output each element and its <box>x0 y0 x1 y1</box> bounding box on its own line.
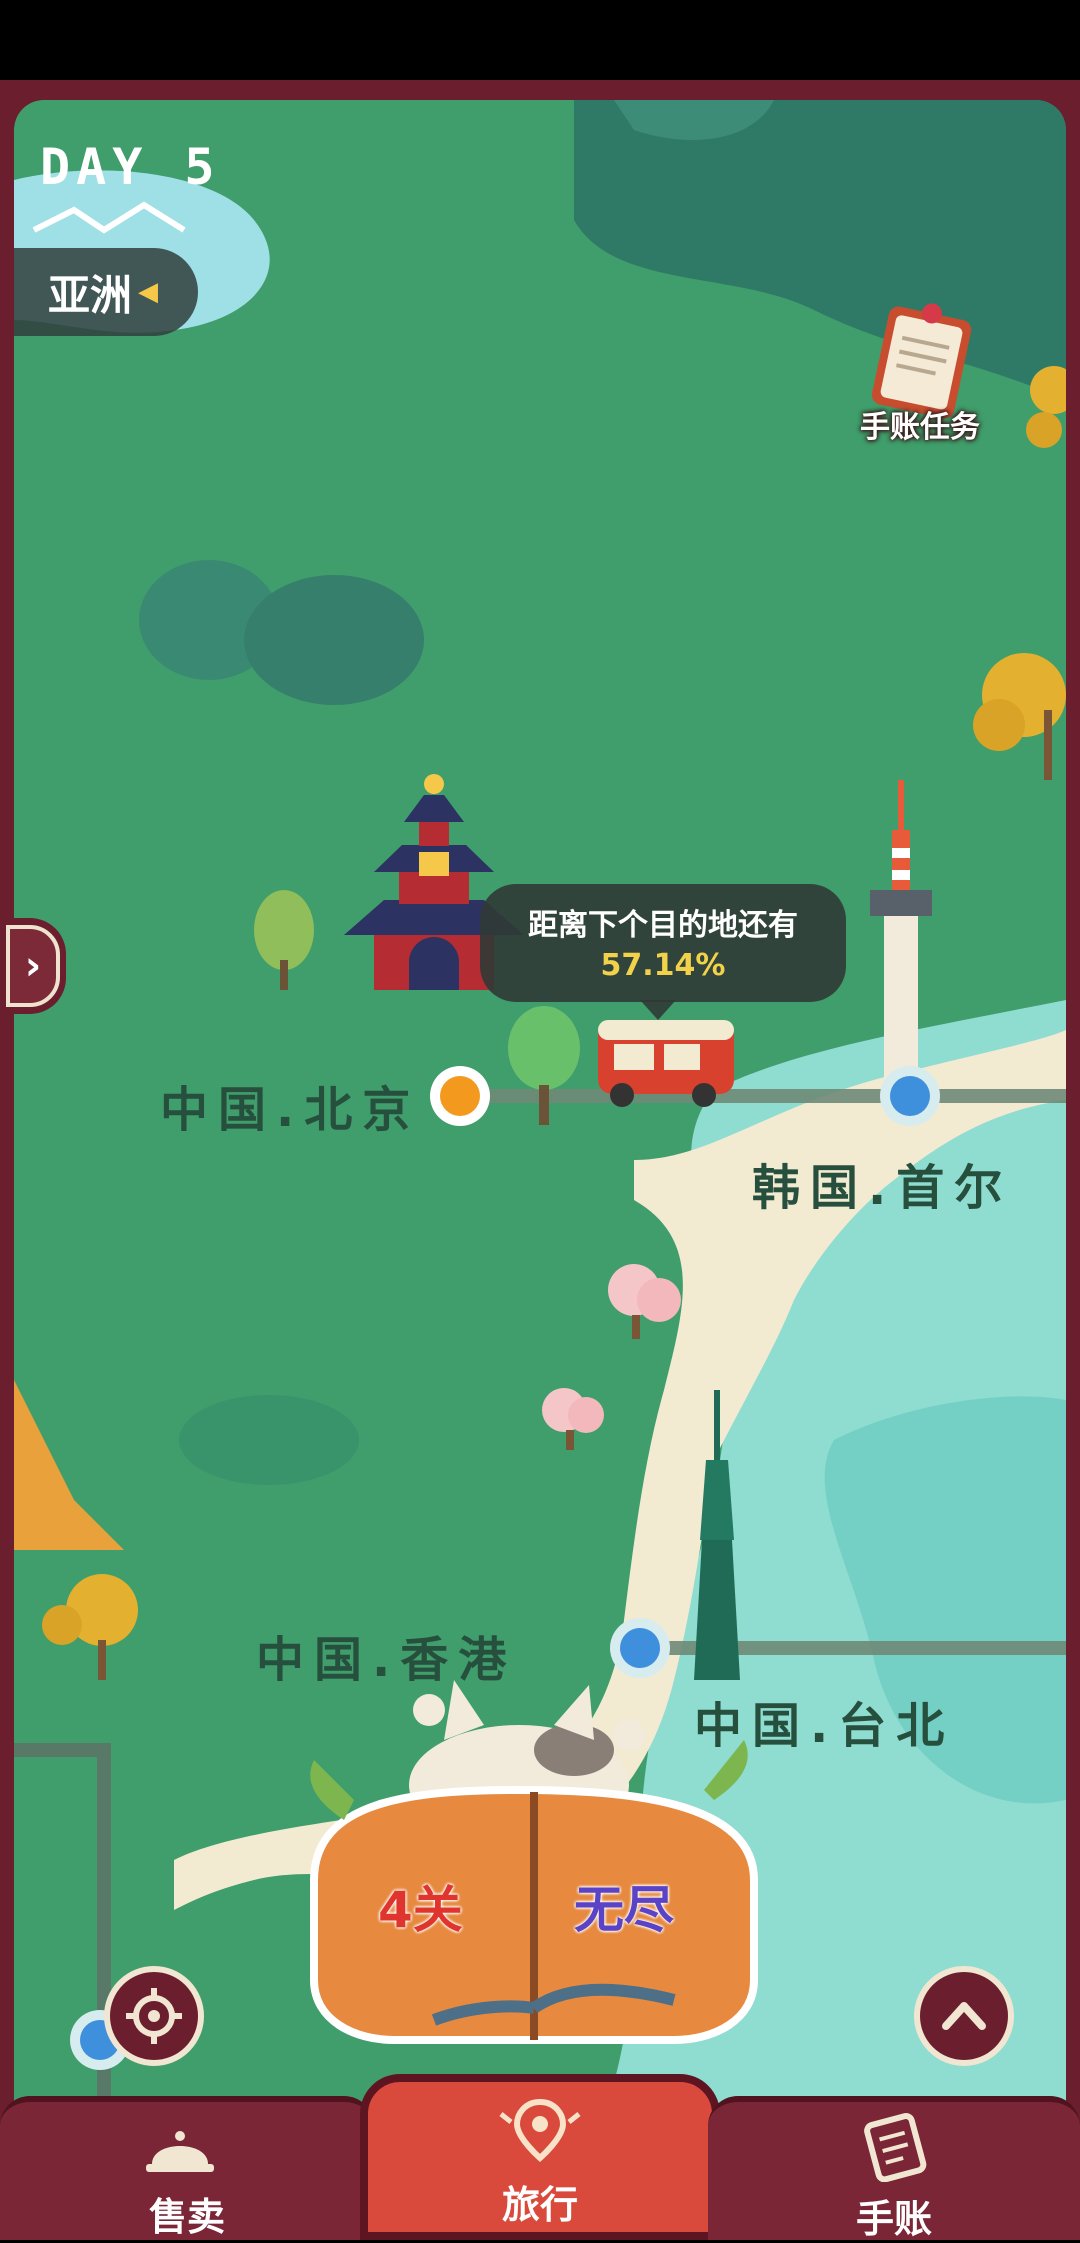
progress-value: 57.14% <box>600 948 726 983</box>
levels-mode-button[interactable]: 4关 <box>378 1870 463 1942</box>
tab-sell[interactable]: 售卖 <box>0 2096 374 2240</box>
collapse-up-button[interactable] <box>914 1966 1014 2066</box>
region-label: 亚洲 <box>48 270 133 320</box>
tab-journal[interactable]: 手账 <box>708 2096 1080 2241</box>
endless-mode-button[interactable]: 无尽 <box>574 1870 674 1942</box>
tab-journal-label: 手账 <box>855 2197 932 2241</box>
city-label-hongkong[interactable]: 中国.香港 <box>256 1620 516 1690</box>
progress-title: 距离下个目的地还有 <box>528 908 798 943</box>
journal-task-label[interactable]: 手账任务 <box>842 402 998 446</box>
status-bar <box>0 0 1080 80</box>
city-label-beijing[interactable]: 中国.北京 <box>160 1070 420 1140</box>
day-counter: DAY 5 <box>40 138 221 196</box>
crosshair-icon <box>126 1988 182 2044</box>
city-label-seoul[interactable]: 韩国.首尔 <box>752 1148 1012 1218</box>
city-label-taipei[interactable]: 中国.台北 <box>694 1686 954 1756</box>
chevron-up-icon <box>942 2002 986 2030</box>
region-selector[interactable]: 亚洲 ◀ <box>14 248 198 336</box>
bell-icon <box>146 2131 214 2172</box>
caret-left-icon: ◀ <box>138 277 159 307</box>
chevron-right-icon: › <box>6 925 60 1007</box>
side-drawer-toggle[interactable]: › <box>0 918 66 1014</box>
bubble-tail <box>640 1000 676 1020</box>
travel-progress-bubble: 距离下个目的地还有 57.14% <box>480 884 846 1020</box>
map-pin-icon <box>499 2098 581 2162</box>
locate-button[interactable] <box>104 1966 204 2066</box>
tab-travel[interactable]: 旅行 <box>360 2074 720 2240</box>
tab-travel-label: 旅行 <box>501 2183 578 2227</box>
notebook-icon <box>864 2113 927 2182</box>
tab-sell-label: 售卖 <box>148 2195 225 2239</box>
